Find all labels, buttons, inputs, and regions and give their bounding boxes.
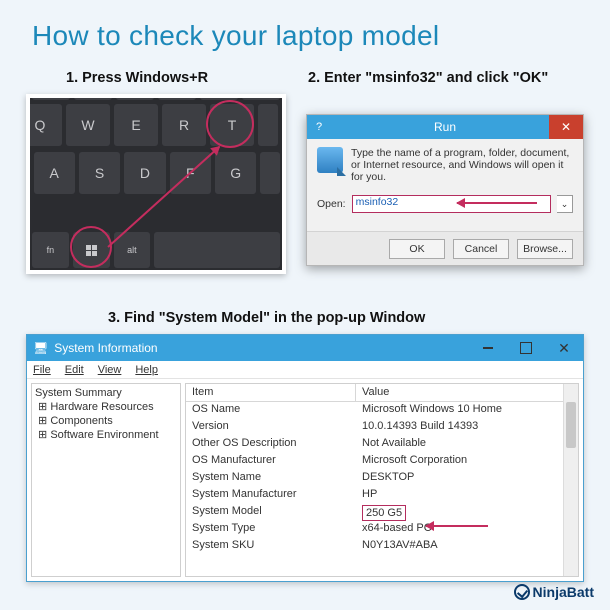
- page-title: How to check your laptop model: [0, 0, 610, 58]
- cancel-button[interactable]: Cancel: [453, 239, 509, 259]
- table-row[interactable]: System Model 250 G5: [186, 504, 578, 521]
- cell-item: System Model: [186, 504, 356, 521]
- sysinfo-menubar: File Edit View Help: [27, 361, 583, 379]
- cell-item: OS Manufacturer: [186, 453, 356, 470]
- key-a: A: [34, 152, 75, 194]
- cell-value: x64-based PC: [356, 521, 578, 538]
- cell-item: Version: [186, 419, 356, 436]
- system-information-window: 🖥 System Information ✕ File Edit View He…: [26, 334, 584, 582]
- key-e: E: [114, 104, 158, 146]
- open-input[interactable]: msinfo32: [352, 195, 551, 213]
- key-q: Q: [26, 104, 62, 146]
- cell-item: System Name: [186, 470, 356, 487]
- tree-item[interactable]: ⊞ Software Environment: [35, 428, 177, 442]
- model-highlight-arrow: [426, 525, 488, 527]
- minimize-button[interactable]: [469, 335, 507, 361]
- table-row[interactable]: System Typex64-based PC: [186, 521, 578, 538]
- open-label: Open:: [317, 198, 346, 210]
- cell-value: Not Available: [356, 436, 578, 453]
- sysinfo-titlebar: 🖥 System Information ✕: [27, 335, 583, 361]
- menu-edit[interactable]: Edit: [65, 364, 84, 376]
- key-1: 1: [32, 94, 70, 100]
- brand-logo: NinjaBatt: [514, 584, 594, 600]
- cell-value: N0Y13AV#ABA: [356, 538, 578, 555]
- col-item[interactable]: Item: [186, 384, 356, 401]
- close-button[interactable]: ✕: [545, 335, 583, 361]
- table-row[interactable]: System NameDESKTOP: [186, 470, 578, 487]
- brand-text: NinjaBatt: [533, 584, 594, 600]
- run-title-text: Run: [434, 120, 456, 134]
- table-row[interactable]: Version10.0.14393 Build 14393: [186, 419, 578, 436]
- browse-button[interactable]: Browse...: [517, 239, 573, 259]
- keyboard-illustration: 1 2 3 4 5 6 Q W E R T A S D F G fn alt: [26, 94, 286, 274]
- cell-value: 250 G5: [356, 504, 578, 521]
- key-d: D: [124, 152, 165, 194]
- sysinfo-tree: System Summary ⊞ Hardware Resources ⊞ Co…: [31, 383, 181, 577]
- step3-label: 3. Find "System Model" in the pop-up Win…: [108, 310, 425, 326]
- key-fn: fn: [32, 232, 69, 268]
- system-model-highlight: 250 G5: [362, 505, 406, 521]
- open-dropdown-icon[interactable]: ⌄: [557, 195, 573, 213]
- cell-value: 10.0.14393 Build 14393: [356, 419, 578, 436]
- table-row[interactable]: System SKUN0Y13AV#ABA: [186, 538, 578, 555]
- key-r: R: [162, 104, 206, 146]
- cell-value: Microsoft Corporation: [356, 453, 578, 470]
- scrollbar[interactable]: [563, 384, 578, 576]
- key-5: 5: [200, 94, 238, 100]
- step1-label: 1. Press Windows+R: [66, 70, 208, 86]
- highlight-circle-win: [70, 226, 112, 268]
- table-row[interactable]: OS NameMicrosoft Windows 10 Home: [186, 402, 578, 419]
- table-row[interactable]: System ManufacturerHP: [186, 487, 578, 504]
- menu-view[interactable]: View: [98, 364, 122, 376]
- key-2: 2: [74, 94, 112, 100]
- tree-root[interactable]: System Summary: [35, 387, 177, 400]
- menu-help[interactable]: Help: [135, 364, 158, 376]
- cell-item: System SKU: [186, 538, 356, 555]
- cell-value: DESKTOP: [356, 470, 578, 487]
- key-4: 4: [158, 94, 196, 100]
- highlight-circle-r: [206, 100, 254, 148]
- cell-item: Other OS Description: [186, 436, 356, 453]
- run-icon: [317, 147, 343, 173]
- cell-item: System Type: [186, 521, 356, 538]
- run-dialog: ? Run ✕ Type the name of a program, fold…: [306, 114, 584, 266]
- menu-file[interactable]: File: [33, 364, 51, 376]
- key-3: 3: [116, 94, 154, 100]
- col-value[interactable]: Value: [356, 384, 578, 401]
- sysinfo-table: Item Value OS NameMicrosoft Windows 10 H…: [185, 383, 579, 577]
- sysinfo-icon: 🖥: [33, 341, 48, 355]
- run-description: Type the name of a program, folder, docu…: [351, 147, 573, 183]
- sysinfo-title-text: System Information: [54, 341, 157, 355]
- key-s: S: [79, 152, 120, 194]
- maximize-button[interactable]: [507, 335, 545, 361]
- cell-value: HP: [356, 487, 578, 504]
- ninjabatt-icon: [514, 584, 530, 600]
- tree-item[interactable]: ⊞ Components: [35, 414, 177, 428]
- cell-item: OS Name: [186, 402, 356, 419]
- close-button[interactable]: ✕: [549, 115, 583, 139]
- key-6: 6: [242, 94, 280, 100]
- key-g: G: [215, 152, 256, 194]
- key-w: W: [66, 104, 110, 146]
- cell-item: System Manufacturer: [186, 487, 356, 504]
- ok-button[interactable]: OK: [389, 239, 445, 259]
- table-row[interactable]: Other OS DescriptionNot Available: [186, 436, 578, 453]
- step2-label: 2. Enter "msinfo32" and click "OK": [308, 70, 548, 86]
- run-titlebar: ? Run ✕: [307, 115, 583, 139]
- run-help-icon[interactable]: ?: [309, 118, 329, 136]
- cell-value: Microsoft Windows 10 Home: [356, 402, 578, 419]
- table-row[interactable]: OS ManufacturerMicrosoft Corporation: [186, 453, 578, 470]
- tree-item[interactable]: ⊞ Hardware Resources: [35, 400, 177, 414]
- run-highlight-arrow: [457, 202, 537, 204]
